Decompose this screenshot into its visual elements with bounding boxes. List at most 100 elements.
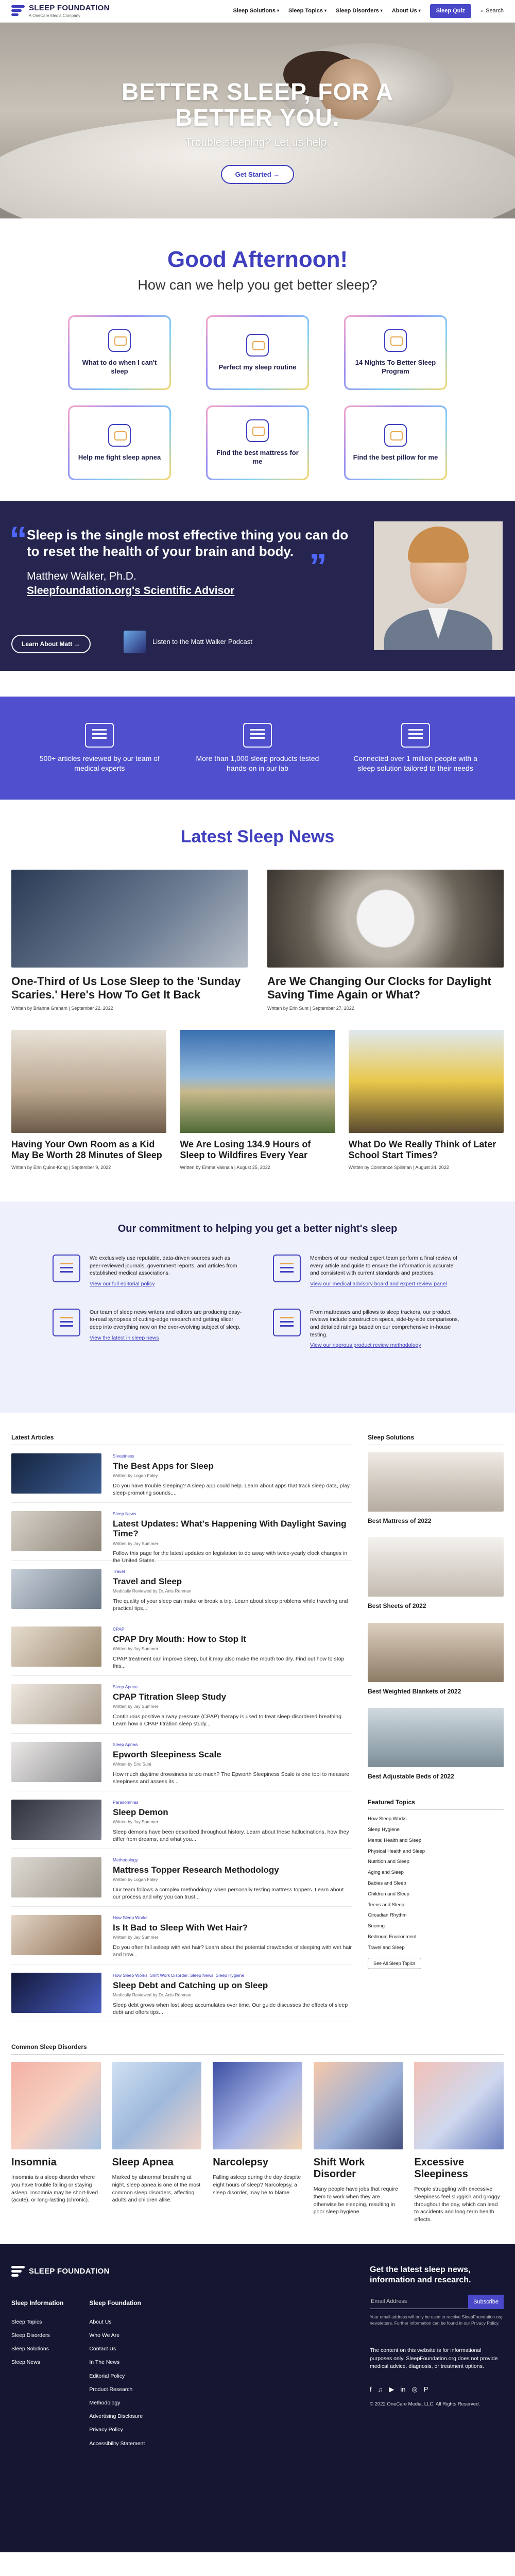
commitment-item: From mattresses and pillows to sleep tra… xyxy=(273,1308,462,1349)
instagram-icon[interactable]: ◎ xyxy=(412,2385,418,2394)
editorial-policy-link[interactable]: View our full editorial policy xyxy=(90,1280,242,1288)
nav-about-us[interactable]: About Us ▾ xyxy=(392,7,421,15)
footer-link[interactable]: Sleep Disorders xyxy=(11,2332,50,2338)
disorder-card-sleep-apnea[interactable]: Sleep Apnea Marked by abnormal breathing … xyxy=(112,2062,202,2223)
podcast-link[interactable]: Listen to the Matt Walker Podcast xyxy=(124,630,252,653)
footer-link[interactable]: Who We Are xyxy=(89,2332,119,2338)
footer-link[interactable]: About Us xyxy=(89,2319,111,2325)
news-card[interactable]: Having Your Own Room as a Kid May Be Wor… xyxy=(11,1029,167,1171)
solution-image xyxy=(368,1452,504,1512)
article-row[interactable]: CPAP CPAP Dry Mouth: How to Stop It Writte… xyxy=(11,1618,353,1676)
help-card-mattress[interactable]: Find the best mattress for me xyxy=(206,405,309,480)
nav-sleep-topics[interactable]: Sleep Topics ▾ xyxy=(288,7,327,15)
topic-link[interactable]: Travel and Sleep xyxy=(368,1945,404,1951)
latest-sleep-news: Latest Sleep News One-Third of Us Lose S… xyxy=(0,800,515,1181)
topic-link[interactable]: Children and Sleep xyxy=(368,1891,409,1897)
help-card-cant-sleep[interactable]: What to do when I can't sleep xyxy=(68,315,171,390)
footer-link[interactable]: Sleep Topics xyxy=(11,2319,42,2325)
footer-link[interactable]: Sleep News xyxy=(11,2359,40,2365)
logo-subtitle: A OneCare Media Company xyxy=(29,13,81,19)
topic-link[interactable]: Teens and Sleep xyxy=(368,1902,404,1908)
linkedin-icon[interactable]: in xyxy=(400,2385,405,2394)
search-button[interactable]: ⌕ Search xyxy=(480,7,504,15)
help-card-routine[interactable]: Perfect my sleep routine xyxy=(206,315,309,390)
article-row[interactable]: How Sleep Works Is It Bad to Sleep With W… xyxy=(11,1907,353,1965)
topic-link[interactable]: Mental Health and Sleep xyxy=(368,1838,421,1843)
latest-articles: Latest Articles Sleepiness The Best Apps … xyxy=(11,1433,353,2023)
sleep-news-link[interactable]: View the latest in sleep news xyxy=(90,1334,242,1342)
article-row[interactable]: Sleepiness The Best Apps for Sleep Written… xyxy=(11,1445,353,1503)
hero-title: BETTER SLEEP, FOR A BETTER YOU. xyxy=(122,78,393,131)
solution-card[interactable]: Best Adjustable Beds of 2022 xyxy=(368,1701,504,1786)
help-card-pillow[interactable]: Find the best pillow for me xyxy=(344,405,447,480)
topic-link[interactable]: Bedroom Environment xyxy=(368,1934,417,1940)
disorder-card-excessive-sleepiness[interactable]: Excessive Sleepiness People struggling wi… xyxy=(414,2062,504,2223)
topic-link[interactable]: How Sleep Works xyxy=(368,1816,406,1822)
search-icon: ⌕ xyxy=(480,8,484,14)
news-image xyxy=(180,1029,335,1133)
topic-link[interactable]: Physical Health and Sleep xyxy=(368,1849,425,1854)
topic-link[interactable]: Aging and Sleep xyxy=(368,1870,404,1875)
article-row[interactable]: Sleep News Latest Updates: What's Happeni… xyxy=(11,1503,353,1564)
chevron-down-icon: ▾ xyxy=(277,8,279,13)
footer-link[interactable]: Privacy Policy xyxy=(89,2427,123,2433)
stat-products: More than 1,000 sleep products tested ha… xyxy=(188,722,327,773)
subscribe-button[interactable]: Subscribe xyxy=(468,2294,504,2309)
news-card[interactable]: We Are Losing 134.9 Hours of Sleep to Wi… xyxy=(180,1029,335,1171)
footer-logo-title: SLEEP FOUNDATION xyxy=(29,2266,110,2276)
footer-link[interactable]: Accessibility Statement xyxy=(89,2441,145,2447)
pinterest-icon[interactable]: P xyxy=(424,2385,428,2394)
help-card-program[interactable]: 14 Nights To Better Sleep Program xyxy=(344,315,447,390)
sleep-quiz-button[interactable]: Sleep Quiz xyxy=(430,4,471,18)
footer-link[interactable]: Methodology xyxy=(89,2400,120,2406)
news-card[interactable]: Are We Changing Our Clocks for Daylight … xyxy=(267,869,504,1011)
email-input[interactable]: Email Address xyxy=(370,2295,469,2309)
article-row[interactable]: How Sleep Works, Shift Work Disorder, Sl… xyxy=(11,1964,353,2023)
article-row[interactable]: Sleep Apnea Epworth Sleepiness Scale Writt… xyxy=(11,1734,353,1792)
tiktok-icon[interactable]: ♫ xyxy=(378,2385,383,2394)
topic-link[interactable]: Nutrition and Sleep xyxy=(368,1859,409,1865)
get-started-button[interactable]: Get Started → xyxy=(220,164,295,184)
news-image xyxy=(348,1029,504,1133)
quote-text: Sleep is the single most effective thing… xyxy=(27,527,349,560)
nav-sleep-solutions[interactable]: Sleep Solutions ▾ xyxy=(233,7,279,15)
disorder-card-insomnia[interactable]: Insomnia Insomnia is a sleep disorder whe… xyxy=(11,2062,101,2223)
featured-topics: Featured Topics How Sleep Works Sleep Hy… xyxy=(368,1798,504,1969)
topic-link[interactable]: Snoring xyxy=(368,1923,385,1929)
see-all-topics-button[interactable]: See All Sleep Topics xyxy=(368,1957,421,1969)
books-icon xyxy=(53,1254,80,1282)
solution-card[interactable]: Best Mattress of 2022 xyxy=(368,1445,504,1530)
news-card[interactable]: What Do We Really Think of Later School … xyxy=(348,1029,504,1171)
youtube-icon[interactable]: ▶ xyxy=(389,2385,394,2394)
solution-card[interactable]: Best Weighted Blankets of 2022 xyxy=(368,1616,504,1701)
disorder-card-narcolepsy[interactable]: Narcolepsy Falling asleep during the day … xyxy=(213,2062,302,2223)
learn-about-matt-button[interactable]: Learn About Matt → xyxy=(11,634,91,654)
topic-link[interactable]: Babies and Sleep xyxy=(368,1880,406,1886)
topic-link[interactable]: Sleep Hygiene xyxy=(368,1827,400,1833)
footer-link[interactable]: Contact Us xyxy=(89,2346,116,2352)
footer-link[interactable]: Editorial Policy xyxy=(89,2373,125,2379)
footer-col-sleep-foundation: Sleep Foundation About Us Who We Are Con… xyxy=(89,2299,145,2447)
article-row[interactable]: Sleep Apnea CPAP Titration Sleep Study Wri… xyxy=(11,1676,353,1734)
footer-link[interactable]: In The News xyxy=(89,2359,119,2365)
stats-band: 500+ articles reviewed by our team of me… xyxy=(0,696,515,800)
disorder-card-shift-work[interactable]: Shift Work Disorder Many people have jobs… xyxy=(313,2062,403,2223)
article-row[interactable]: Parasomnias Sleep Demon Written by Jay Sum… xyxy=(11,1791,353,1850)
nav-sleep-disorders[interactable]: Sleep Disorders ▾ xyxy=(336,7,383,15)
site-logo[interactable]: SLEEP FOUNDATION A OneCare Media Company xyxy=(11,3,110,19)
medical-board-link[interactable]: View our medical advisory board and expe… xyxy=(310,1280,462,1288)
matthew-walker-portrait xyxy=(374,521,503,650)
footer-link[interactable]: Product Research xyxy=(89,2386,132,2393)
footer-link[interactable]: Sleep Solutions xyxy=(11,2346,49,2352)
shift-work-illustration xyxy=(313,2062,403,2150)
article-row[interactable]: Travel Travel and Sleep Medically Reviewed… xyxy=(11,1561,353,1619)
topic-link[interactable]: Circadian Rhythm xyxy=(368,1912,407,1918)
review-methodology-link[interactable]: View our rigorous product review methodo… xyxy=(310,1342,462,1349)
solution-card[interactable]: Best Sheets of 2022 xyxy=(368,1530,504,1615)
article-row[interactable]: Methodology Mattress Topper Research Meth… xyxy=(11,1849,353,1907)
footer-link[interactable]: Advertising Disclosure xyxy=(89,2413,143,2419)
news-card[interactable]: One-Third of Us Lose Sleep to the 'Sunda… xyxy=(11,869,248,1011)
help-card-sleep-apnea[interactable]: Help me fight sleep apnea xyxy=(68,405,171,480)
commitment-section: Our commitment to helping you get a bett… xyxy=(0,1201,515,1413)
facebook-icon[interactable]: f xyxy=(370,2385,372,2394)
